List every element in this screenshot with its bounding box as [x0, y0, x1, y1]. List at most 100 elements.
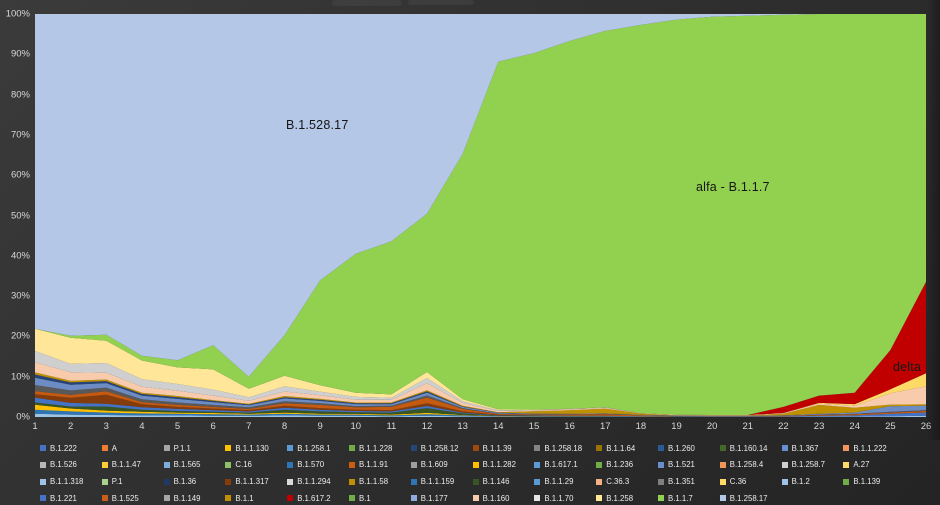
legend-item-B.1.139[interactable]: B.1.139	[843, 476, 880, 488]
x-tick-label: 23	[807, 421, 831, 432]
legend-item-B.1.1.159[interactable]: B.1.1.159	[411, 476, 454, 488]
legend-swatch-icon	[164, 495, 170, 501]
legend-swatch-icon	[658, 495, 664, 501]
legend-item-C.36.3[interactable]: C.36.3	[596, 476, 629, 488]
legend-swatch-icon	[596, 462, 602, 468]
legend-label: B.1.617.1	[544, 460, 577, 469]
legend-item-B.1.617.2[interactable]: B.1.617.2	[287, 492, 330, 504]
legend-item-B.1.1.29[interactable]: B.1.1.29	[534, 476, 573, 488]
legend-item-B.1.1.64[interactable]: B.1.1.64	[596, 442, 635, 454]
legend-item-C.36[interactable]: C.36	[720, 476, 746, 488]
legend-item-B.1.565[interactable]: B.1.565	[164, 459, 201, 471]
x-tick-label: 2	[59, 421, 83, 432]
legend-swatch-icon	[473, 495, 479, 501]
legend-label: B.1.609	[421, 460, 448, 469]
legend-item-B.1.258.1[interactable]: B.1.258.1	[287, 442, 330, 454]
x-tick-label: 13	[451, 421, 475, 432]
legend-item-A.27[interactable]: A.27	[843, 459, 869, 471]
legend-item-B.1[interactable]: B.1	[349, 492, 371, 504]
legend-label: B.1.160	[483, 494, 510, 503]
y-tick-label: 30%	[0, 291, 30, 302]
x-tick-label: 9	[308, 421, 332, 432]
legend-label: B.1.149	[174, 494, 201, 503]
annotation-alfa[interactable]: alfa - B.1.1.7	[696, 180, 770, 194]
legend-label: B.1.146	[483, 477, 510, 486]
legend-item-B.1.236[interactable]: B.1.236	[596, 459, 633, 471]
legend-item-B.1.36[interactable]: B.1.36	[164, 476, 197, 488]
legend-swatch-icon	[534, 462, 540, 468]
legend-swatch-icon	[164, 445, 170, 451]
legend-item-B.1.1.91[interactable]: B.1.1.91	[349, 459, 388, 471]
legend-item-B.1.146[interactable]: B.1.146	[473, 476, 510, 488]
legend-item-B.1.2[interactable]: B.1.2	[782, 476, 810, 488]
legend-item-P.1[interactable]: P.1	[102, 476, 123, 488]
x-tick-label: 21	[736, 421, 760, 432]
legend-item-B.1.351[interactable]: B.1.351	[658, 476, 695, 488]
legend-swatch-icon	[720, 479, 726, 485]
x-tick-label: 1	[23, 421, 47, 432]
x-tick-label: 16	[558, 421, 582, 432]
legend-swatch-icon	[164, 479, 170, 485]
legend-item-B.1.221[interactable]: B.1.221	[40, 492, 77, 504]
legend-item-B.1.1.228[interactable]: B.1.1.228	[349, 442, 392, 454]
y-tick-label: 100%	[0, 9, 30, 20]
legend-swatch-icon	[349, 495, 355, 501]
legend-item-C.16[interactable]: C.16	[225, 459, 251, 471]
legend-label: B.1.1.91	[359, 460, 388, 469]
legend-item-B.1.1.47[interactable]: B.1.1.47	[102, 459, 141, 471]
legend-item-B.1.525[interactable]: B.1.525	[102, 492, 139, 504]
legend-swatch-icon	[720, 495, 726, 501]
legend-item-B.1.1.70[interactable]: B.1.1.70	[534, 492, 573, 504]
legend-item-B.1.521[interactable]: B.1.521	[658, 459, 695, 471]
legend-item-B.1.1.222[interactable]: B.1.1.222	[843, 442, 886, 454]
y-tick-label: 60%	[0, 170, 30, 181]
legend-item-B.1.570[interactable]: B.1.570	[287, 459, 324, 471]
legend-label: B.1.1.39	[483, 444, 512, 453]
legend-item-B.1.258.18[interactable]: B.1.258.18	[534, 442, 582, 454]
legend-item-B.1.1.282[interactable]: B.1.1.282	[473, 459, 516, 471]
y-tick-label: 70%	[0, 129, 30, 140]
legend-item-B.1.1[interactable]: B.1.1	[225, 492, 253, 504]
legend-item-B.1.258.7[interactable]: B.1.258.7	[782, 459, 825, 471]
legend-swatch-icon	[658, 445, 664, 451]
legend-label: C.36	[730, 477, 746, 486]
legend-label: A.27	[853, 460, 869, 469]
y-tick-label: 50%	[0, 210, 30, 221]
legend-item-B.1.1.318[interactable]: B.1.1.318	[40, 476, 83, 488]
annotation-delta[interactable]: delta	[893, 360, 921, 374]
legend-item-B.1.1.7[interactable]: B.1.1.7	[658, 492, 693, 504]
legend-item-B.1.526[interactable]: B.1.526	[40, 459, 77, 471]
x-tick-label: 18	[629, 421, 653, 432]
annotation-b1258817[interactable]: B.1.528.17	[286, 118, 348, 132]
legend-item-B.1.258.12[interactable]: B.1.258.12	[411, 442, 459, 454]
legend-item-B.1.160[interactable]: B.1.160	[473, 492, 510, 504]
legend-item-B.1.260[interactable]: B.1.260	[658, 442, 695, 454]
legend-label: B.1.367	[792, 444, 819, 453]
legend-item-A[interactable]: A	[102, 442, 117, 454]
legend-item-B.1.177[interactable]: B.1.177	[411, 492, 448, 504]
legend-item-B.1.258.17[interactable]: B.1.258.17	[720, 492, 768, 504]
legend-item-B.1.1.130[interactable]: B.1.1.130	[225, 442, 268, 454]
legend-label: B.1.1.47	[112, 460, 141, 469]
legend-swatch-icon	[40, 445, 46, 451]
legend-label: B.1.258.17	[730, 494, 768, 503]
legend-swatch-icon	[287, 462, 293, 468]
legend-item-B.1.1.39[interactable]: B.1.1.39	[473, 442, 512, 454]
legend-swatch-icon	[349, 445, 355, 451]
legend-item-B.1.1.317[interactable]: B.1.1.317	[225, 476, 268, 488]
legend-item-B.1.367[interactable]: B.1.367	[782, 442, 819, 454]
legend-item-B.1.1.294[interactable]: B.1.1.294	[287, 476, 330, 488]
legend-swatch-icon	[287, 479, 293, 485]
legend-swatch-icon	[720, 462, 726, 468]
legend-item-P.1.1[interactable]: P.1.1	[164, 442, 191, 454]
legend-item-B.1.160.14[interactable]: B.1.160.14	[720, 442, 768, 454]
legend-label: B.1	[359, 494, 371, 503]
legend-item-B.1.149[interactable]: B.1.149	[164, 492, 201, 504]
legend-item-B.1.617.1[interactable]: B.1.617.1	[534, 459, 577, 471]
legend-item-B.1.1.58[interactable]: B.1.1.58	[349, 476, 388, 488]
legend-swatch-icon	[843, 462, 849, 468]
legend-item-B.1.222[interactable]: B.1.222	[40, 442, 77, 454]
legend-item-B.1.258.4[interactable]: B.1.258.4	[720, 459, 763, 471]
legend-item-B.1.258[interactable]: B.1.258	[596, 492, 633, 504]
legend-item-B.1.609[interactable]: B.1.609	[411, 459, 448, 471]
